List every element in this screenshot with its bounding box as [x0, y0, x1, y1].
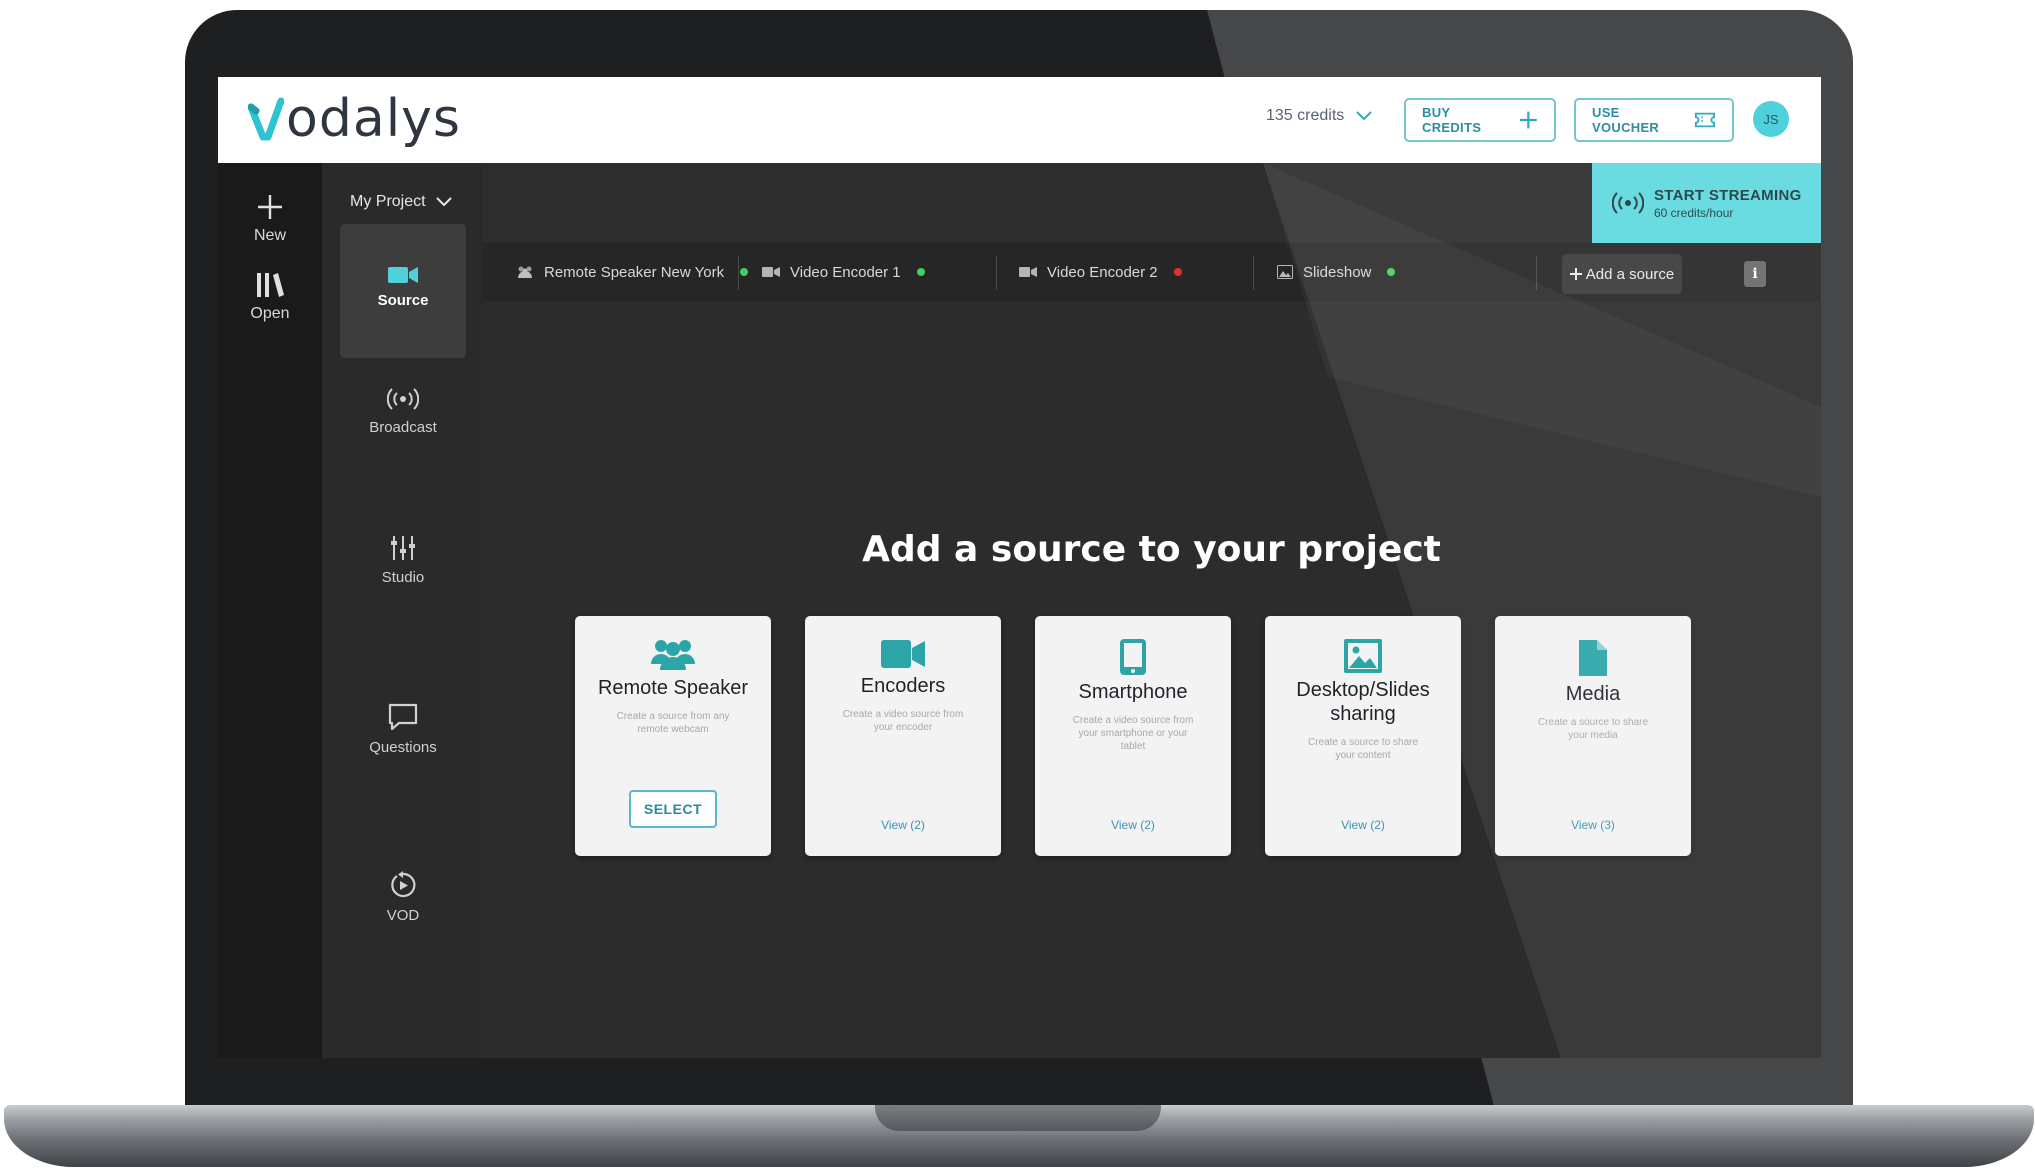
user-avatar[interactable]: JS [1753, 101, 1789, 137]
rail-new[interactable]: New [218, 193, 322, 245]
app-screen: odalys 135 credits BUY CREDITS USE VOUCH… [218, 77, 1821, 1058]
card-description: Create a source from any remote webcam [616, 711, 730, 735]
status-dot-offline [1173, 268, 1182, 276]
card-title: Encoders [860, 675, 946, 697]
view-link[interactable]: View (2) [805, 818, 1001, 832]
start-streaming-button[interactable]: START STREAMING 60 credits/hour [1592, 163, 1821, 243]
replay-icon [391, 871, 416, 898]
chevron-down-icon [1356, 111, 1372, 121]
plus-icon [1569, 268, 1582, 280]
plus-icon [258, 195, 282, 219]
file-icon [1579, 640, 1607, 676]
card-title: Smartphone [1078, 681, 1188, 703]
tab-label: Video Encoder 1 [790, 263, 901, 281]
project-nav: My Project Source Broadcast Studio Quest… [322, 163, 482, 1058]
view-link[interactable]: View (2) [1035, 818, 1231, 832]
app-logo[interactable]: odalys [248, 89, 461, 149]
source-tabs: Remote Speaker New York Video Encoder 1 … [482, 243, 1821, 301]
video-camera-icon [762, 267, 780, 277]
status-dot-online [916, 268, 925, 276]
source-card-remote-speaker[interactable]: Remote Speaker Create a source from any … [575, 616, 771, 856]
left-rail: New Open [218, 163, 322, 1058]
tab-slideshow[interactable]: Slideshow [1277, 243, 1396, 301]
video-camera-icon [388, 267, 418, 283]
add-source-label: Add a source [1585, 265, 1675, 283]
image-icon [1344, 639, 1382, 673]
video-camera-icon [881, 640, 925, 668]
card-title: Remote Speaker [597, 677, 749, 699]
credits-label: 135 credits [1266, 107, 1345, 124]
nav-item-label: VOD [386, 907, 420, 924]
nav-item-broadcast[interactable]: Broadcast [340, 365, 466, 499]
start-streaming-rate: 60 credits/hour [1654, 205, 1734, 220]
users-icon [518, 266, 532, 278]
nav-item-label: Questions [369, 739, 437, 756]
laptop-notch [875, 1105, 1161, 1131]
project-selector[interactable]: My Project [350, 193, 452, 211]
broadcast-icon [387, 388, 419, 410]
nav-item-vod[interactable]: VOD [340, 871, 466, 1005]
source-card-encoders[interactable]: Encoders Create a video source from your… [805, 616, 1001, 856]
buy-credits-label: BUY CREDITS [1422, 105, 1482, 135]
chevron-down-icon [435, 197, 452, 207]
page-title: Add a source to your project [862, 529, 1441, 570]
nav-item-questions[interactable]: Questions [340, 703, 466, 837]
project-name: My Project [350, 193, 426, 210]
tab-label: Slideshow [1303, 263, 1372, 281]
card-description: Create a video source from your encoder [842, 709, 964, 733]
nav-item-source[interactable]: Source [340, 224, 466, 358]
plus-icon [1520, 111, 1538, 129]
smartphone-icon [1120, 639, 1146, 675]
source-card-smartphone[interactable]: Smartphone Create a video source from yo… [1035, 616, 1231, 856]
sliders-icon [391, 536, 415, 560]
main-panel: Add a source to your project Remote Spea… [482, 301, 1821, 1058]
use-voucher-button[interactable]: USE VOUCHER [1574, 98, 1734, 142]
rail-open[interactable]: Open [218, 271, 322, 323]
library-icon [257, 273, 284, 297]
credits-dropdown[interactable]: 135 credits [1266, 107, 1372, 125]
view-link[interactable]: View (2) [1265, 818, 1461, 832]
status-dot-online [1387, 268, 1396, 276]
tab-label: Video Encoder 2 [1047, 263, 1158, 281]
add-source-button[interactable]: Add a source [1562, 254, 1682, 294]
ticket-icon [1694, 112, 1716, 128]
card-description: Create a video source from your smartpho… [1072, 715, 1194, 752]
info-button[interactable]: i [1744, 261, 1766, 287]
tab-video-encoder-2[interactable]: Video Encoder 2 [1019, 243, 1182, 301]
nav-item-label: Studio [381, 569, 425, 586]
users-icon [651, 640, 695, 670]
image-icon [1277, 265, 1293, 279]
tab-video-encoder-1[interactable]: Video Encoder 1 [762, 243, 925, 301]
tab-remote-speaker[interactable]: Remote Speaker New York [516, 243, 749, 301]
use-voucher-label: USE VOUCHER [1592, 105, 1660, 135]
tab-divider [1536, 256, 1537, 290]
card-description: Create a source to share your content [1307, 737, 1419, 761]
tab-label: Remote Speaker New York [544, 263, 725, 281]
chat-bubble-icon [388, 703, 418, 731]
select-button[interactable]: SELECT [629, 790, 717, 828]
tab-divider [1253, 256, 1254, 290]
start-streaming-title: START STREAMING [1654, 186, 1802, 204]
logo-text: odalys [286, 89, 461, 149]
broadcast-icon [1612, 192, 1644, 214]
video-camera-icon [1019, 267, 1037, 277]
card-title: Media [1565, 683, 1621, 705]
rail-new-label: New [253, 227, 286, 244]
status-dot-online [740, 268, 749, 276]
tab-divider [738, 256, 739, 290]
buy-credits-button[interactable]: BUY CREDITS [1404, 98, 1556, 142]
card-description: Create a source to share your media [1537, 717, 1649, 741]
logo-v-mark [248, 97, 284, 141]
tab-divider [996, 256, 997, 290]
nav-item-label: Broadcast [369, 419, 437, 436]
rail-open-label: Open [250, 305, 290, 322]
card-title: Desktop/Slides sharing [1296, 679, 1430, 725]
nav-item-label: Source [377, 292, 429, 309]
source-card-media[interactable]: Media Create a source to share your medi… [1495, 616, 1691, 856]
source-card-desktop-sharing[interactable]: Desktop/Slides sharing Create a source t… [1265, 616, 1461, 856]
nav-item-studio[interactable]: Studio [340, 535, 466, 669]
view-link[interactable]: View (3) [1495, 818, 1691, 832]
top-bar: odalys 135 credits BUY CREDITS USE VOUCH… [218, 77, 1821, 163]
